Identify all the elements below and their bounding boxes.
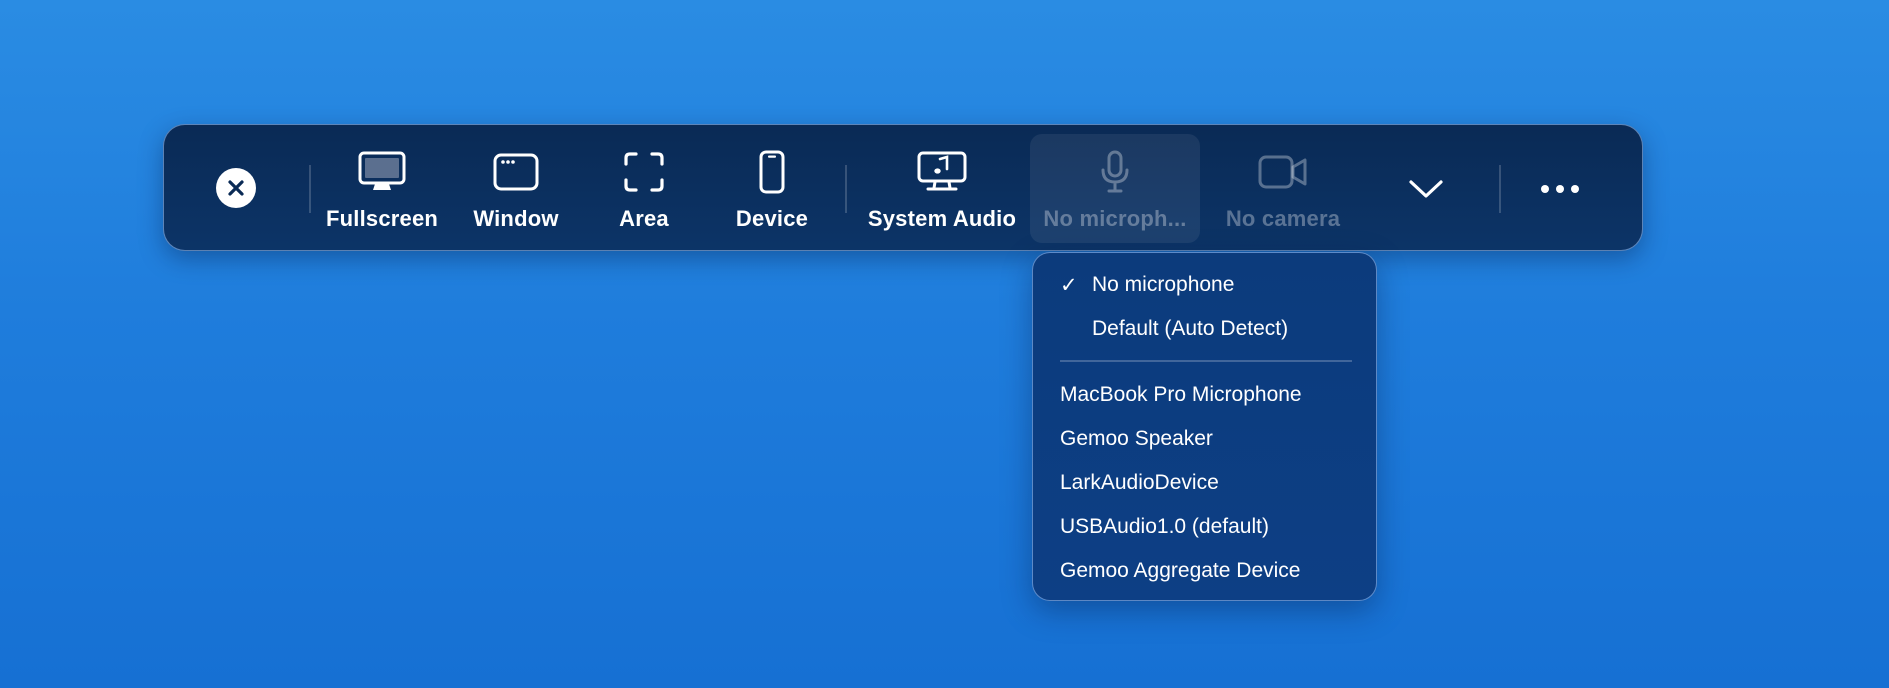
toolbar-divider	[845, 165, 847, 213]
more-dots-icon	[1540, 184, 1580, 194]
more-options-button[interactable]	[1534, 163, 1586, 215]
menu-item-label: Gemoo Speaker	[1060, 427, 1213, 450]
window-icon	[492, 150, 540, 194]
system-audio-button[interactable]: System Audio	[862, 125, 1022, 252]
close-button[interactable]	[216, 168, 256, 208]
menu-item-gemoo-speaker[interactable]: Gemoo Speaker	[1033, 419, 1376, 459]
window-label: Window	[473, 206, 559, 231]
menu-item-lark-audio-device[interactable]: LarkAudioDevice	[1033, 463, 1376, 503]
menu-item-gemoo-aggregate-device[interactable]: Gemoo Aggregate Device	[1033, 551, 1376, 591]
device-button[interactable]: Device	[717, 125, 827, 252]
camera-button[interactable]: No camera	[1213, 125, 1353, 252]
menu-item-macbook-pro-microphone[interactable]: MacBook Pro Microphone	[1033, 375, 1376, 415]
close-icon	[226, 178, 246, 198]
menu-item-no-microphone[interactable]: ✓ No microphone	[1033, 265, 1376, 305]
toolbar-divider	[309, 165, 311, 213]
microphone-button[interactable]: No microph...	[1030, 134, 1200, 243]
fullscreen-button[interactable]: Fullscreen	[325, 125, 439, 252]
menu-item-default-auto-detect[interactable]: Default (Auto Detect)	[1033, 309, 1376, 349]
menu-item-label: LarkAudioDevice	[1060, 471, 1219, 494]
menu-item-label: No microphone	[1092, 273, 1235, 296]
area-label: Area	[619, 206, 669, 231]
microphone-label: No microph...	[1043, 206, 1187, 231]
microphone-icon	[1098, 150, 1132, 194]
toolbar-divider	[1499, 165, 1501, 213]
monitor-music-icon	[916, 150, 968, 194]
checkmark-icon: ✓	[1060, 273, 1078, 297]
recording-toolbar: Fullscreen Window Area Device System Aud…	[163, 124, 1643, 251]
window-button[interactable]: Window	[461, 125, 571, 252]
menu-item-label: Gemoo Aggregate Device	[1060, 559, 1301, 582]
expand-button[interactable]	[1400, 163, 1452, 215]
device-label: Device	[735, 206, 809, 231]
menu-item-label: MacBook Pro Microphone	[1060, 383, 1302, 406]
phone-icon	[758, 150, 786, 194]
microphone-menu: ✓ No microphone Default (Auto Detect) Ma…	[1032, 252, 1377, 601]
chevron-down-icon	[1408, 179, 1444, 199]
menu-item-label: Default (Auto Detect)	[1092, 317, 1289, 340]
area-select-icon	[623, 150, 665, 194]
camera-label: No camera	[1225, 206, 1341, 231]
system-audio-label: System Audio	[867, 206, 1017, 231]
area-button[interactable]: Area	[589, 125, 699, 252]
menu-item-usb-audio[interactable]: USBAudio1.0 (default)	[1033, 507, 1376, 547]
fullscreen-label: Fullscreen	[325, 206, 439, 231]
camera-icon	[1257, 150, 1309, 194]
menu-item-label: USBAudio1.0 (default)	[1060, 515, 1269, 538]
menu-separator	[1060, 360, 1352, 362]
monitor-icon	[358, 150, 406, 194]
